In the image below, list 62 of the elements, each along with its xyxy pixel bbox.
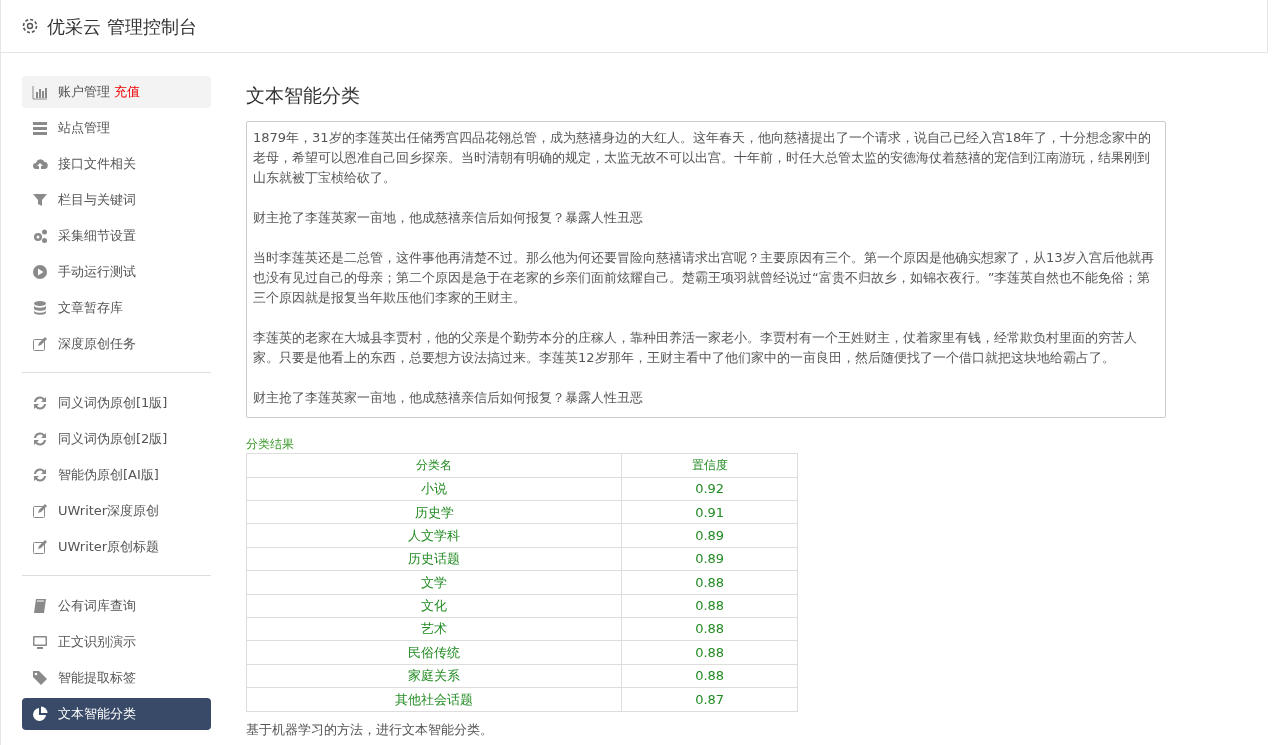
table-cell: 0.88 — [621, 594, 798, 618]
server-icon — [32, 120, 48, 136]
sidebar-item[interactable]: 账户管理 充值 — [22, 76, 211, 108]
pie-chart-icon — [32, 706, 48, 722]
sidebar-item[interactable]: 同义词伪原创[1版] — [22, 387, 211, 419]
sidebar-item[interactable]: 公有词库查询 — [22, 590, 211, 622]
sidebar-item[interactable]: UWriter深度原创 — [22, 495, 211, 527]
table-cell: 0.88 — [621, 570, 798, 595]
settings-icon — [21, 17, 39, 35]
sidebar-item[interactable]: 手动运行测试 — [22, 256, 211, 288]
bar-chart-icon — [32, 84, 48, 100]
column-header: 置信度 — [621, 453, 798, 478]
sidebar-item[interactable]: 采集细节设置 — [22, 220, 211, 252]
table-cell: 人文学科 — [246, 523, 622, 548]
description-text: 基于机器学习的方法，进行文本智能分类。 — [246, 720, 494, 739]
table-cell: 0.89 — [621, 523, 798, 548]
table-cell: 历史话题 — [246, 547, 622, 571]
sidebar-item[interactable]: 接口文件相关 — [22, 148, 211, 180]
monitor-icon — [32, 634, 48, 650]
sidebar-item[interactable]: UWriter原创标题 — [22, 531, 211, 563]
app-title: 优采云 管理控制台 — [47, 14, 197, 39]
tag-icon — [32, 670, 48, 686]
sidebar-item[interactable]: 智能提取标签 — [22, 662, 211, 694]
sidebar-item[interactable]: 文章暂存库 — [22, 292, 211, 324]
table-cell: 0.91 — [621, 500, 798, 524]
table-cell: 家庭关系 — [246, 664, 622, 688]
table-cell: 艺术 — [246, 617, 622, 641]
book-icon — [32, 598, 48, 614]
gears-icon — [32, 228, 48, 244]
sidebar-item[interactable]: 栏目与关键词 — [22, 184, 211, 216]
table-cell: 民俗传统 — [246, 640, 622, 665]
sidebar-item[interactable]: 深度原创任务 — [22, 328, 211, 360]
table-cell: 0.88 — [621, 640, 798, 665]
cloud-upload-icon — [32, 156, 48, 172]
table-cell: 0.89 — [621, 547, 798, 571]
filter-icon — [32, 192, 48, 208]
refresh-icon — [32, 467, 48, 483]
table-cell: 0.87 — [621, 687, 798, 712]
refresh-icon — [32, 431, 48, 447]
table-cell: 0.92 — [621, 477, 798, 501]
sidebar-item[interactable]: 正文识别演示 — [22, 626, 211, 658]
sidebar-item[interactable]: 站点管理 — [22, 112, 211, 144]
sidebar-item[interactable]: 同义词伪原创[2版] — [22, 423, 211, 455]
page-title: 文本智能分类 — [246, 84, 361, 107]
text-input-field[interactable]: 1879年，31岁的李莲英出任储秀宫四品花翎总管，成为慈禧身边的大红人。这年春天，他向慈禧提出了一个请求，说自己已经入宫18年了，十分想念家中的老母，希望可以恩准自己回乡探亲。当时清朝有明确的规定，太监无故不可以出宫。十年前，时任大总管太监的安德海仗着慈禧的宠信到江南游玩，结果刚到山东就被丁宝桢给砍了。 财主抢了李莲英家一亩地，他成慈禧亲信后如何报复？暴露人性丑恶 当时李莲英还是二总管，这件事他再清楚不过。那么他为何还要冒险向慈禧请求出宫呢？主要原因有三个。第一个原因是他确实想家了，从13岁入宫后他就再也没有见过自己的母亲；第二个原因是急于在老家的乡亲们面前炫耀自己。楚霸王项羽就曾经说过“富贵不归故乡，如锦衣夜行。”李莲英自然也不能免俗；第三个原因就是报复当年欺压他们李家的王财主。 李莲英的老家在大城县李贾村，他的父亲是个勤劳本分的庄稼人，靠种田养活一家老小。李贾村有一个王姓财主，仗着家里有钱，经常欺负村里面的穷苦人家。只要是他看上的东西，总要想方设法搞过来。李莲英12岁那年，王财主看中了他们家中的一亩良田，然后随便找了一个借口就把这块地给霸占了。 财主抢了李莲英家一亩地，他成慈禧亲信后如何报复？暴露人性丑恶 — [246, 120, 1166, 418]
refresh-icon — [32, 395, 48, 411]
table-cell: 小说 — [246, 477, 622, 501]
edit-icon — [32, 539, 48, 555]
sidebar-item[interactable]: 文本智能分类 — [22, 698, 211, 730]
play-icon — [32, 264, 48, 280]
table-cell: 0.88 — [621, 617, 798, 641]
table-cell: 0.88 — [621, 664, 798, 688]
table-cell: 文化 — [246, 594, 622, 618]
table-cell: 历史学 — [246, 500, 622, 524]
result-label: 分类结果 — [246, 436, 295, 454]
table-cell: 文学 — [246, 570, 622, 595]
database-icon — [32, 300, 48, 316]
column-header: 分类名 — [246, 453, 622, 478]
edit-icon — [32, 503, 48, 519]
table-cell: 其他社会话题 — [246, 687, 622, 712]
edit-icon — [32, 336, 48, 352]
sidebar-item[interactable]: 智能伪原创[AI版] — [22, 459, 211, 491]
